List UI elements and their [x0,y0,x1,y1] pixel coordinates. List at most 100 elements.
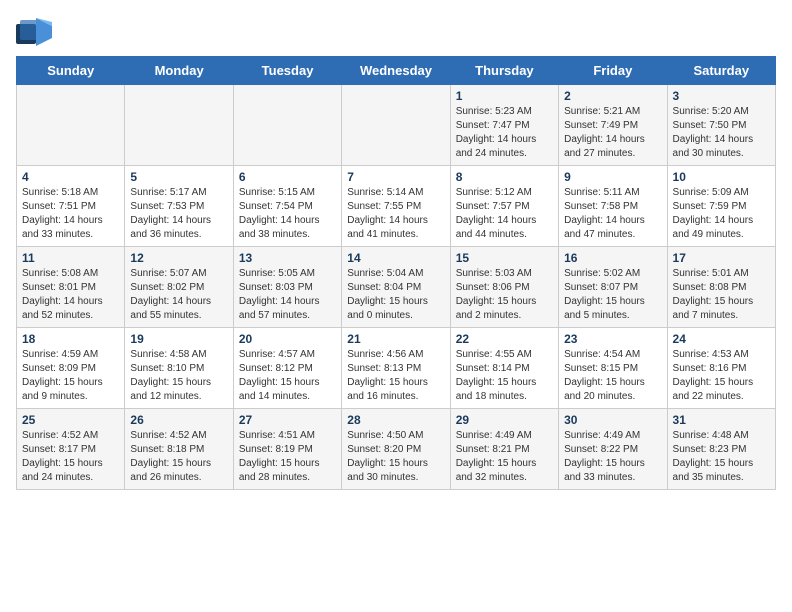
calendar-header-row: SundayMondayTuesdayWednesdayThursdayFrid… [17,57,776,85]
day-detail: Sunrise: 5:02 AM Sunset: 8:07 PM Dayligh… [564,267,661,323]
day-number: 21 [347,332,444,346]
day-detail: Sunrise: 5:23 AM Sunset: 7:47 PM Dayligh… [456,105,553,161]
calendar-cell: 23 Sunrise: 4:54 AM Sunset: 8:15 PM Dayli… [559,328,667,409]
calendar-table: SundayMondayTuesdayWednesdayThursdayFrid… [16,56,776,490]
day-detail: Sunrise: 4:52 AM Sunset: 8:17 PM Dayligh… [22,429,119,485]
day-number: 12 [130,251,227,265]
day-number: 30 [564,413,661,427]
day-detail: Sunrise: 5:12 AM Sunset: 7:57 PM Dayligh… [456,186,553,242]
day-number: 28 [347,413,444,427]
day-number: 19 [130,332,227,346]
calendar-week-row: 25 Sunrise: 4:52 AM Sunset: 8:17 PM Dayli… [17,409,776,490]
calendar-cell: 28 Sunrise: 4:50 AM Sunset: 8:20 PM Dayli… [342,409,450,490]
day-number: 8 [456,170,553,184]
calendar-week-row: 4 Sunrise: 5:18 AM Sunset: 7:51 PM Daylig… [17,166,776,247]
calendar-cell: 27 Sunrise: 4:51 AM Sunset: 8:19 PM Dayli… [233,409,341,490]
day-detail: Sunrise: 4:59 AM Sunset: 8:09 PM Dayligh… [22,348,119,404]
page-header [16,16,776,48]
calendar-cell: 2Sunrise: 5:21 AM Sunset: 7:49 PM Daylig… [559,85,667,166]
day-detail: Sunrise: 5:07 AM Sunset: 8:02 PM Dayligh… [130,267,227,323]
calendar-cell: 26 Sunrise: 4:52 AM Sunset: 8:18 PM Dayli… [125,409,233,490]
day-detail: Sunrise: 4:51 AM Sunset: 8:19 PM Dayligh… [239,429,336,485]
day-number: 10 [673,170,770,184]
day-detail: Sunrise: 4:55 AM Sunset: 8:14 PM Dayligh… [456,348,553,404]
day-number: 18 [22,332,119,346]
day-number: 1 [456,89,553,103]
calendar-cell: 6Sunrise: 5:15 AM Sunset: 7:54 PM Daylig… [233,166,341,247]
day-detail: Sunrise: 4:56 AM Sunset: 8:13 PM Dayligh… [347,348,444,404]
day-detail: Sunrise: 5:20 AM Sunset: 7:50 PM Dayligh… [673,105,770,161]
calendar-cell: 3 Sunrise: 5:20 AM Sunset: 7:50 PM Daylig… [667,85,775,166]
day-detail: Sunrise: 4:57 AM Sunset: 8:12 PM Dayligh… [239,348,336,404]
day-number: 23 [564,332,661,346]
calendar-cell: 20 Sunrise: 4:57 AM Sunset: 8:12 PM Dayli… [233,328,341,409]
day-number: 14 [347,251,444,265]
calendar-cell: 14 Sunrise: 5:04 AM Sunset: 8:04 PM Dayli… [342,247,450,328]
day-detail: Sunrise: 4:52 AM Sunset: 8:18 PM Dayligh… [130,429,227,485]
day-number: 9 [564,170,661,184]
day-detail: Sunrise: 5:04 AM Sunset: 8:04 PM Dayligh… [347,267,444,323]
day-detail: Sunrise: 4:49 AM Sunset: 8:21 PM Dayligh… [456,429,553,485]
day-number: 22 [456,332,553,346]
day-detail: Sunrise: 4:53 AM Sunset: 8:16 PM Dayligh… [673,348,770,404]
calendar-cell: 7 Sunrise: 5:14 AM Sunset: 7:55 PM Daylig… [342,166,450,247]
day-detail: Sunrise: 5:14 AM Sunset: 7:55 PM Dayligh… [347,186,444,242]
calendar-cell: 10Sunrise: 5:09 AM Sunset: 7:59 PM Dayli… [667,166,775,247]
day-number: 15 [456,251,553,265]
calendar-cell: 12 Sunrise: 5:07 AM Sunset: 8:02 PM Dayli… [125,247,233,328]
calendar-week-row: 1 Sunrise: 5:23 AM Sunset: 7:47 PM Daylig… [17,85,776,166]
calendar-cell: 19 Sunrise: 4:58 AM Sunset: 8:10 PM Dayli… [125,328,233,409]
col-header-thursday: Thursday [450,57,558,85]
calendar-cell: 21 Sunrise: 4:56 AM Sunset: 8:13 PM Dayli… [342,328,450,409]
col-header-friday: Friday [559,57,667,85]
calendar-cell: 9 Sunrise: 5:11 AM Sunset: 7:58 PM Daylig… [559,166,667,247]
day-detail: Sunrise: 5:01 AM Sunset: 8:08 PM Dayligh… [673,267,770,323]
day-number: 20 [239,332,336,346]
day-number: 17 [673,251,770,265]
col-header-sunday: Sunday [17,57,125,85]
day-number: 27 [239,413,336,427]
calendar-cell: 31Sunrise: 4:48 AM Sunset: 8:23 PM Dayli… [667,409,775,490]
day-number: 5 [130,170,227,184]
day-detail: Sunrise: 5:17 AM Sunset: 7:53 PM Dayligh… [130,186,227,242]
calendar-cell: 30Sunrise: 4:49 AM Sunset: 8:22 PM Dayli… [559,409,667,490]
day-detail: Sunrise: 4:50 AM Sunset: 8:20 PM Dayligh… [347,429,444,485]
calendar-cell: 17 Sunrise: 5:01 AM Sunset: 8:08 PM Dayli… [667,247,775,328]
day-number: 11 [22,251,119,265]
day-number: 13 [239,251,336,265]
col-header-monday: Monday [125,57,233,85]
calendar-cell: 15 Sunrise: 5:03 AM Sunset: 8:06 PM Dayli… [450,247,558,328]
day-number: 24 [673,332,770,346]
day-number: 25 [22,413,119,427]
day-number: 31 [673,413,770,427]
calendar-cell [125,85,233,166]
day-detail: Sunrise: 5:21 AM Sunset: 7:49 PM Dayligh… [564,105,661,161]
day-number: 26 [130,413,227,427]
col-header-tuesday: Tuesday [233,57,341,85]
day-number: 6 [239,170,336,184]
day-number: 3 [673,89,770,103]
day-detail: Sunrise: 5:18 AM Sunset: 7:51 PM Dayligh… [22,186,119,242]
calendar-cell: 18 Sunrise: 4:59 AM Sunset: 8:09 PM Dayli… [17,328,125,409]
day-detail: Sunrise: 5:05 AM Sunset: 8:03 PM Dayligh… [239,267,336,323]
calendar-week-row: 18 Sunrise: 4:59 AM Sunset: 8:09 PM Dayli… [17,328,776,409]
calendar-cell: 8 Sunrise: 5:12 AM Sunset: 7:57 PM Daylig… [450,166,558,247]
day-number: 4 [22,170,119,184]
calendar-cell: 22 Sunrise: 4:55 AM Sunset: 8:14 PM Dayli… [450,328,558,409]
day-detail: Sunrise: 4:58 AM Sunset: 8:10 PM Dayligh… [130,348,227,404]
day-detail: Sunrise: 4:54 AM Sunset: 8:15 PM Dayligh… [564,348,661,404]
calendar-cell: 16Sunrise: 5:02 AM Sunset: 8:07 PM Dayli… [559,247,667,328]
day-number: 7 [347,170,444,184]
logo-icon [16,16,54,48]
calendar-cell: 29 Sunrise: 4:49 AM Sunset: 8:21 PM Dayli… [450,409,558,490]
day-detail: Sunrise: 5:08 AM Sunset: 8:01 PM Dayligh… [22,267,119,323]
day-number: 29 [456,413,553,427]
calendar-cell [233,85,341,166]
calendar-cell: 24 Sunrise: 4:53 AM Sunset: 8:16 PM Dayli… [667,328,775,409]
day-detail: Sunrise: 5:11 AM Sunset: 7:58 PM Dayligh… [564,186,661,242]
calendar-cell [342,85,450,166]
calendar-cell: 1 Sunrise: 5:23 AM Sunset: 7:47 PM Daylig… [450,85,558,166]
calendar-cell: 5 Sunrise: 5:17 AM Sunset: 7:53 PM Daylig… [125,166,233,247]
day-detail: Sunrise: 5:03 AM Sunset: 8:06 PM Dayligh… [456,267,553,323]
calendar-cell [17,85,125,166]
